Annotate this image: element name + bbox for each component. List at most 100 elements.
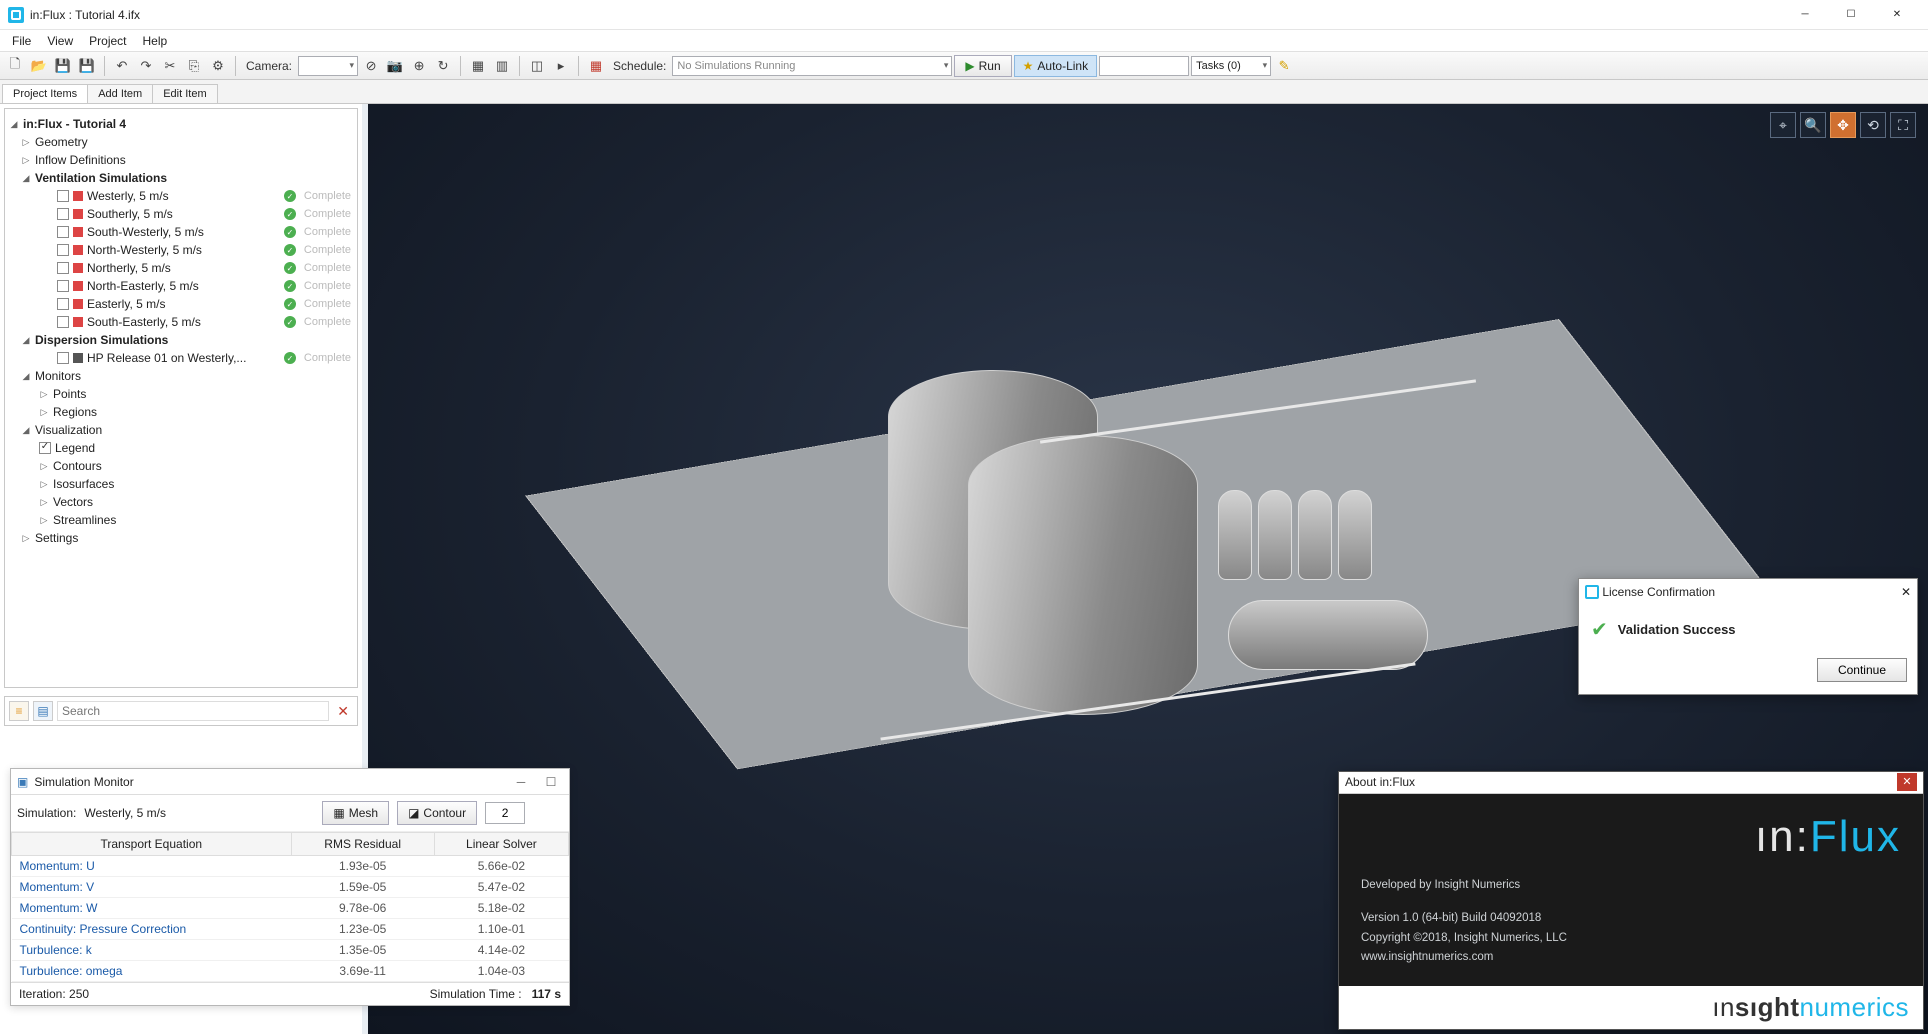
sim-checkbox[interactable] — [57, 298, 69, 310]
camera-combo[interactable] — [298, 56, 358, 76]
vent-sim-item[interactable]: North-Easterly, 5 m/s — [87, 279, 199, 293]
undo-icon[interactable]: ↶ — [111, 55, 133, 77]
tree-viz[interactable]: Visualization — [35, 423, 102, 437]
minimize-button[interactable]: ─ — [1782, 0, 1828, 30]
tree-streamlines[interactable]: Streamlines — [53, 513, 116, 527]
tree-root[interactable]: in:Flux - Tutorial 4 — [23, 117, 126, 131]
sim-checkbox[interactable] — [57, 244, 69, 256]
open-icon[interactable]: 📂 — [28, 55, 50, 77]
menu-help[interactable]: Help — [135, 32, 176, 50]
tree-geometry[interactable]: Geometry — [35, 135, 88, 149]
cam-target-icon[interactable]: ⊕ — [408, 55, 430, 77]
clip-icon[interactable]: ◫ — [526, 55, 548, 77]
tree-isosurfaces[interactable]: Isosurfaces — [53, 477, 114, 491]
project-tree[interactable]: ◢in:Flux - Tutorial 4 ▷Geometry ▷Inflow … — [4, 108, 358, 688]
vent-sim-item[interactable]: Easterly, 5 m/s — [87, 297, 165, 311]
sim-checkbox[interactable] — [57, 280, 69, 292]
list-icon[interactable]: ≡ — [9, 701, 29, 721]
cam-snap-icon[interactable]: 📷 — [384, 55, 406, 77]
tasks-input[interactable] — [1099, 56, 1189, 76]
fit-icon[interactable]: ⛶ — [1890, 112, 1916, 138]
menu-view[interactable]: View — [39, 32, 81, 50]
tree-vent-header[interactable]: Ventilation Simulations — [35, 171, 167, 185]
schedule-combo[interactable]: No Simulations Running — [672, 56, 952, 76]
menu-project[interactable]: Project — [81, 32, 134, 50]
tree-inflow[interactable]: Inflow Definitions — [35, 153, 126, 167]
sim-checkbox[interactable] — [57, 262, 69, 274]
save-icon[interactable]: 💾 — [52, 55, 74, 77]
vent-sim-item[interactable]: North-Westerly, 5 m/s — [87, 243, 202, 257]
tree-vectors[interactable]: Vectors — [53, 495, 93, 509]
autolink-button[interactable]: ★Auto-Link — [1014, 55, 1097, 77]
maximize-panel-icon[interactable]: ☐ — [539, 775, 563, 789]
sim-checkbox[interactable] — [57, 208, 69, 220]
view-front-icon[interactable]: ▦ — [467, 55, 489, 77]
tree-disp-header[interactable]: Dispersion Simulations — [35, 333, 168, 347]
tree-monitors[interactable]: Monitors — [35, 369, 81, 383]
tree-points[interactable]: Points — [53, 387, 86, 401]
view-side-icon[interactable]: ▥ — [491, 55, 513, 77]
edit-icon[interactable]: ✎ — [1273, 55, 1295, 77]
menu-bar: File View Project Help — [0, 30, 1928, 52]
about-panel: About in:Flux ✕ ın:Flux Developed by Ins… — [1338, 771, 1924, 1030]
tab-project-items[interactable]: Project Items — [2, 84, 88, 103]
maximize-button[interactable]: ☐ — [1828, 0, 1874, 30]
legend-checkbox[interactable] — [39, 442, 51, 454]
cam-refresh-icon[interactable]: ↻ — [432, 55, 454, 77]
vent-sim-item[interactable]: Northerly, 5 m/s — [87, 261, 171, 275]
pan-icon[interactable]: ✥ — [1830, 112, 1856, 138]
contour-value-input[interactable] — [485, 802, 525, 824]
sim-checkbox[interactable] — [57, 352, 69, 364]
tree-contours[interactable]: Contours — [53, 459, 102, 473]
new-icon[interactable]: 🗋 — [4, 55, 26, 77]
tree-legend[interactable]: Legend — [55, 441, 95, 455]
status-text: Complete — [304, 280, 351, 292]
table-row: Momentum: V1.59e-055.47e-02 — [12, 877, 569, 898]
gear-icon[interactable]: ⚙ — [207, 55, 229, 77]
minimize-panel-icon[interactable]: ─ — [509, 775, 533, 789]
schedule-icon[interactable]: ▦ — [585, 55, 607, 77]
table-row: Turbulence: omega3.69e-111.04e-03 — [12, 961, 569, 982]
continue-button[interactable]: Continue — [1817, 658, 1907, 682]
pointer-icon[interactable]: ▸ — [550, 55, 572, 77]
disp-sim-item[interactable]: HP Release 01 on Westerly,... — [87, 351, 246, 365]
disp-icon — [73, 353, 83, 363]
menu-file[interactable]: File — [4, 32, 39, 50]
status-ok-icon: ✓ — [284, 262, 296, 274]
vent-sim-item[interactable]: South-Westerly, 5 m/s — [87, 225, 204, 239]
run-button[interactable]: ▶Run — [954, 55, 1011, 77]
zoom-extents-icon[interactable]: ⌖ — [1770, 112, 1796, 138]
clear-search-icon[interactable]: ✕ — [333, 703, 353, 720]
zoom-icon[interactable]: 🔍 — [1800, 112, 1826, 138]
tree-regions[interactable]: Regions — [53, 405, 97, 419]
status-ok-icon: ✓ — [284, 298, 296, 310]
check-icon: ✔ — [1591, 617, 1608, 642]
residuals-table: Transport Equation RMS Residual Linear S… — [11, 832, 569, 982]
vent-sim-item[interactable]: South-Easterly, 5 m/s — [87, 315, 201, 329]
contour-button[interactable]: ◪Contour — [397, 801, 477, 825]
search-input[interactable] — [57, 701, 329, 721]
cut-icon[interactable]: ✂ — [159, 55, 181, 77]
sim-icon — [73, 245, 83, 255]
vent-sim-item[interactable]: Westerly, 5 m/s — [87, 189, 169, 203]
simulation-select[interactable]: Westerly, 5 m/s — [84, 806, 314, 820]
tab-edit-item[interactable]: Edit Item — [152, 84, 217, 103]
close-button[interactable]: ✕ — [1874, 0, 1920, 30]
save-as-icon[interactable]: 💾 — [76, 55, 98, 77]
cam-del-icon[interactable]: ⊘ — [360, 55, 382, 77]
tree-settings[interactable]: Settings — [35, 531, 78, 545]
tab-add-item[interactable]: Add Item — [87, 84, 153, 103]
redo-icon[interactable]: ↷ — [135, 55, 157, 77]
sim-checkbox[interactable] — [57, 226, 69, 238]
copy-icon[interactable]: ⎘ — [183, 55, 205, 77]
orbit-icon[interactable]: ⟲ — [1860, 112, 1886, 138]
filter-icon[interactable]: ▤ — [33, 701, 53, 721]
tasks-combo[interactable]: Tasks (0) — [1191, 56, 1271, 76]
sim-checkbox[interactable] — [57, 316, 69, 328]
vent-sim-item[interactable]: Southerly, 5 m/s — [87, 207, 173, 221]
sim-checkbox[interactable] — [57, 190, 69, 202]
mesh-button[interactable]: ▦Mesh — [322, 801, 389, 825]
status-ok-icon: ✓ — [284, 244, 296, 256]
about-close-icon[interactable]: ✕ — [1897, 773, 1917, 791]
license-close-icon[interactable]: ✕ — [1901, 585, 1911, 599]
